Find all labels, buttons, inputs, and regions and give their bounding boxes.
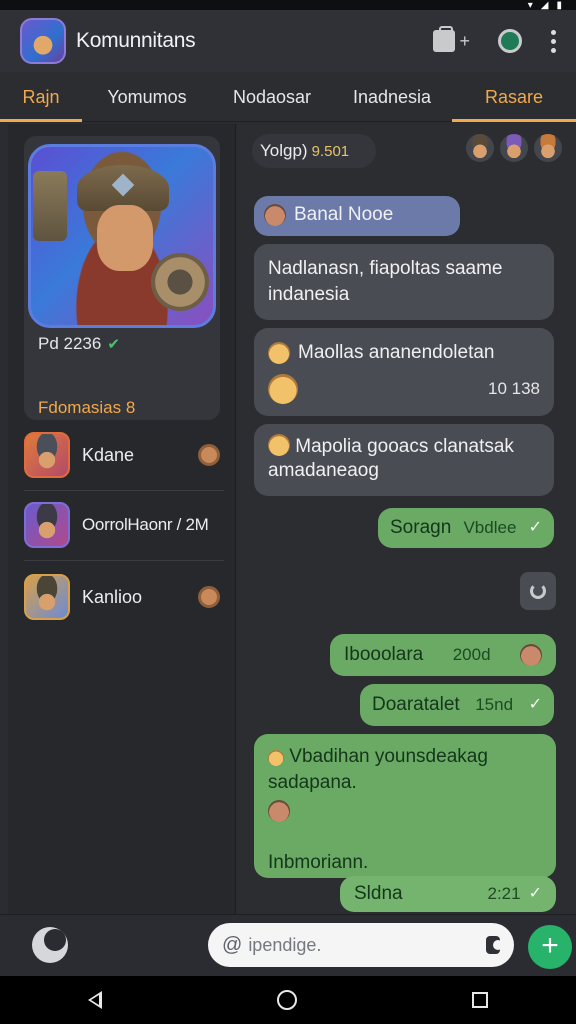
avatar [24,574,70,620]
contact-name: Kdane [82,444,135,465]
app-title: Komunnitans [76,29,196,52]
avatar [466,134,494,162]
hammer-image [33,171,67,241]
read-check-icon: ✓ [528,519,542,536]
message-text: Maollas ananendoletan [298,342,495,363]
message-bubble[interactable]: Banal Nooe [254,196,460,236]
recents-icon[interactable] [472,992,489,1008]
composer-field[interactable]: @ [208,923,514,967]
read-check-icon: ✓ [528,885,542,902]
tab-rasare[interactable]: Rasare [452,72,576,122]
contact-name: Kanlioo [82,586,143,607]
tab-bar: Rajn Yomumos Nodaosar Inadnesia Rasare [0,72,576,122]
message-bubble[interactable]: Mapolia gooacs clanatsak amadaneaog [254,424,554,496]
party-emoji-icon [268,750,284,766]
sidebar: Pd 2236 ✔ Fdomasias 8 Kdane OorrolHaonr … [8,124,236,914]
chat-header[interactable]: Yolgp) 9.501 [252,134,376,168]
hero-portrait [28,144,216,328]
status-bar: ▾ ◢ ▮ [0,0,576,11]
app-avatar[interactable] [20,18,66,64]
message-input[interactable] [248,934,481,956]
avatar-emoji-icon [520,644,542,666]
avatar [24,502,70,548]
tab-inadnesia[interactable]: Inadnesia [332,72,452,122]
profile-subtitle: Fdomasias 8 [38,398,136,417]
app-bar: Komunnitans + [0,10,576,72]
camera-icon[interactable] [486,936,503,954]
badge-icon [198,586,220,608]
message-meta: 15nd [475,695,514,714]
divider [24,490,224,491]
message-bubble[interactable]: Doaratalet 15nd ✓ [360,684,554,726]
message-text: Nadlanasn, fiapoltas saame indanesia [268,258,503,305]
system-nav-bar [0,976,576,1024]
contact-name: OorrolHaonr / 2M [82,515,209,534]
contact-item[interactable]: OorrolHaonr / 2M [24,494,220,556]
badge-icon [198,444,220,466]
message-bubble[interactable]: Nadlanasn, fiapoltas saame indanesia [254,244,554,320]
composer-bar: @ + [0,914,576,976]
message-text: Mapolia gooacs clanatsak amadaneaog [268,436,514,481]
message-text: Vbadihan younsdeakag sadapana. [268,746,488,793]
message-text: Doaratalet [372,694,460,715]
chat-panel: Yolgp) 9.501 Banal Nooe Nadlanasn, fiapo… [238,124,576,914]
avatar-emoji-icon [268,800,290,822]
message-extra: Inbmoriann. [268,852,369,873]
tab-nodaosar[interactable]: Nodaosar [212,72,332,122]
message-text: Soragn [390,517,452,538]
message-meta: Vbdlee [463,518,517,537]
message-time: 2:21 [487,884,521,903]
message-bubble[interactable]: Maollas ananendoletan 10 138 [254,328,554,416]
profile-stat: Pd 2236 ✔ [38,334,120,354]
divider [24,560,224,561]
message-bubble[interactable]: Vbadihan younsdeakag sadapana. Inbmorian… [254,734,556,878]
message-bubble[interactable]: Soragn Vbdlee ✓ [378,508,554,548]
message-meta: 200d [452,645,491,664]
profile-stat-text: Pd 2236 [38,334,102,353]
chat-icon[interactable] [498,29,522,53]
cannon-image [151,253,209,311]
message-bubble[interactable]: Sldna 2:21 ✓ [340,876,556,912]
tab-rajn[interactable]: Rajn [0,72,82,122]
back-icon[interactable] [87,991,102,1009]
avatar-emoji-icon [264,204,286,226]
avatar [534,134,562,162]
check-icon: ✔ [107,336,120,353]
add-icon[interactable]: + [528,925,572,969]
refresh-icon [530,583,546,599]
member-avatars[interactable] [466,134,562,162]
chat-header-count: 9.501 [311,142,350,160]
battery-icon: ▮ [556,0,562,11]
flower-emoji-icon [268,434,290,456]
message-time: 10 138 [488,379,540,398]
signal-icon: ◢ [540,0,549,11]
clipboard-button[interactable]: + [433,26,470,52]
sticker-emoji-icon [268,374,298,404]
message-text: Sldna [354,883,403,904]
smile-emoji-icon [268,342,290,364]
avatar [24,432,70,478]
more-vert-icon[interactable] [550,29,556,53]
refresh-button[interactable] [520,572,556,610]
read-check-icon: ✓ [528,696,542,713]
contact-item[interactable]: Kanlioo [24,566,220,628]
tab-yomumos[interactable]: Yomumos [82,72,212,122]
wifi-icon: ▾ [527,0,533,11]
plus-icon: + [459,30,470,51]
search-icon: @ [222,933,243,956]
clipboard-icon [433,26,456,52]
face-image [97,205,153,271]
chat-header-name: Yolgp) [260,141,308,160]
moon-icon[interactable] [32,927,68,963]
home-icon[interactable] [276,990,297,1010]
message-text: Banal Nooe [294,204,394,225]
message-bubble[interactable]: Ibooolara 200d [330,634,556,676]
profile-card[interactable]: Pd 2236 ✔ Fdomasias 8 [24,136,220,420]
avatar [500,134,528,162]
message-text: Ibooolara [344,644,424,665]
contact-item[interactable]: Kdane [24,424,220,486]
